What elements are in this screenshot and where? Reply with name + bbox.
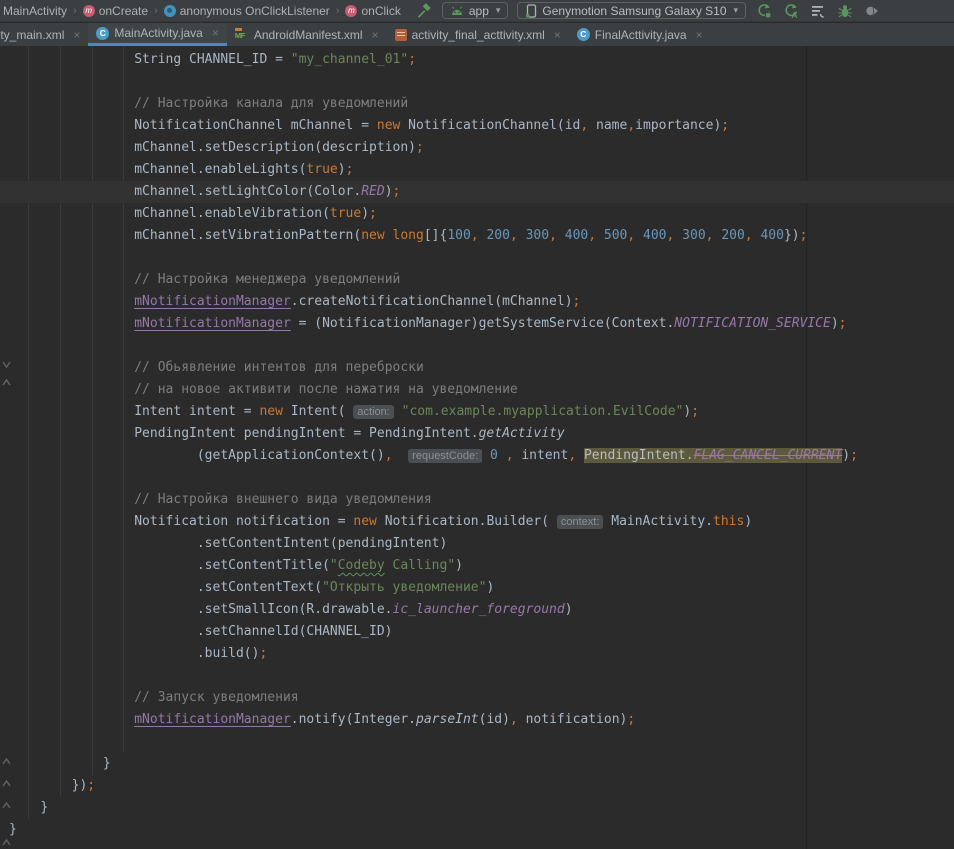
manifest-file-icon: MF bbox=[235, 28, 249, 41]
code-line[interactable]: } bbox=[0, 819, 954, 841]
anonymous-class-icon bbox=[164, 5, 176, 17]
android-icon bbox=[450, 6, 464, 16]
tab-label: FinalActtivity.java bbox=[595, 28, 687, 42]
method-icon: m bbox=[83, 5, 95, 17]
code-line[interactable]: (getApplicationContext(), requestCode: 0… bbox=[0, 445, 954, 467]
code-line[interactable] bbox=[0, 665, 954, 687]
breadcrumb-label: MainActivity bbox=[3, 4, 67, 18]
code-line[interactable]: mChannel.enableVibration(true); bbox=[0, 203, 954, 225]
chevron-down-icon: ▾ bbox=[496, 5, 501, 16]
tab-label: MainActivity.java bbox=[114, 26, 202, 40]
code-line[interactable]: mChannel.setLightColor(Color.RED); bbox=[0, 181, 954, 203]
svg-text:A: A bbox=[792, 11, 798, 19]
navigation-bar: MainActivity › m onCreate › anonymous On… bbox=[0, 0, 954, 22]
tab-label: activity_main.xml bbox=[0, 28, 64, 42]
code-line[interactable]: mChannel.setDescription(description); bbox=[0, 137, 954, 159]
code-line[interactable]: NotificationChannel mChannel = new Notif… bbox=[0, 115, 954, 137]
tab-androidmanifest-xml[interactable]: MF AndroidManifest.xml × bbox=[227, 23, 387, 46]
code-line[interactable]: .setSmallIcon(R.drawable.ic_launcher_for… bbox=[0, 599, 954, 621]
tab-label: activity_final_acttivity.xml bbox=[412, 28, 545, 42]
code-line[interactable]: mChannel.setVibrationPattern(new long[]{… bbox=[0, 225, 954, 247]
xml-file-icon bbox=[395, 29, 407, 41]
code-line[interactable] bbox=[0, 731, 954, 753]
code-text-area[interactable]: String CHANNEL_ID = "my_channel_01"; // … bbox=[0, 49, 954, 841]
attach-debugger-icon[interactable] bbox=[864, 3, 880, 19]
code-line[interactable] bbox=[0, 247, 954, 269]
close-icon[interactable]: × bbox=[372, 28, 379, 42]
code-line[interactable]: // Настройка менеджера уведомлений bbox=[0, 269, 954, 291]
tab-activity-main-xml[interactable]: activity_main.xml × bbox=[0, 23, 88, 46]
build-hammer-icon[interactable] bbox=[415, 2, 433, 20]
apply-changes-icon[interactable] bbox=[756, 3, 772, 19]
device-selector[interactable]: Genymotion Samsung Galaxy S10 ▾ bbox=[517, 2, 746, 19]
close-icon[interactable]: × bbox=[73, 28, 80, 42]
breadcrumb-separator: › bbox=[336, 5, 340, 17]
tab-activity-final-acttivity-xml[interactable]: activity_final_acttivity.xml × bbox=[387, 23, 569, 46]
breadcrumb-label: onClick bbox=[361, 4, 400, 18]
code-line[interactable]: // Настройка канала для уведомлений bbox=[0, 93, 954, 115]
close-icon[interactable]: × bbox=[212, 26, 219, 40]
breadcrumb-label: anonymous OnClickListener bbox=[180, 4, 330, 18]
breadcrumb-anonymous-class[interactable]: anonymous OnClickListener bbox=[164, 4, 330, 18]
code-line[interactable]: .setContentTitle("Codeby Calling") bbox=[0, 555, 954, 577]
breadcrumb-oncreate[interactable]: m onCreate bbox=[83, 4, 148, 18]
breadcrumb: MainActivity › m onCreate › anonymous On… bbox=[3, 4, 401, 18]
tab-mainactivity-java[interactable]: C MainActivity.java × bbox=[88, 23, 227, 46]
breadcrumb-onclick[interactable]: m onClick bbox=[345, 4, 400, 18]
code-line[interactable]: // Настройка внешнего вида уведомления bbox=[0, 489, 954, 511]
code-line[interactable]: } bbox=[0, 753, 954, 775]
profiler-icon[interactable] bbox=[810, 3, 826, 19]
apply-code-changes-icon[interactable]: A bbox=[783, 3, 799, 19]
code-line[interactable]: }); bbox=[0, 775, 954, 797]
code-line[interactable]: Intent intent = new Intent( action: "com… bbox=[0, 401, 954, 423]
code-line[interactable]: // на новое активити после нажатия на ув… bbox=[0, 379, 954, 401]
java-class-icon: C bbox=[96, 27, 109, 40]
code-line[interactable]: .setContentText("Открыть уведомление") bbox=[0, 577, 954, 599]
code-line[interactable]: // Запуск уведомления bbox=[0, 687, 954, 709]
debug-icon[interactable] bbox=[837, 3, 853, 19]
close-icon[interactable]: × bbox=[696, 28, 703, 42]
code-line[interactable]: Notification notification = new Notifica… bbox=[0, 511, 954, 533]
code-line[interactable]: String CHANNEL_ID = "my_channel_01"; bbox=[0, 49, 954, 71]
java-class-icon: C bbox=[577, 28, 590, 41]
code-editor[interactable]: String CHANNEL_ID = "my_channel_01"; // … bbox=[0, 46, 954, 849]
code-line[interactable]: mNotificationManager = (NotificationMana… bbox=[0, 313, 954, 335]
run-config-label: app bbox=[469, 4, 489, 18]
breadcrumb-class[interactable]: MainActivity bbox=[3, 4, 67, 18]
code-line[interactable]: .build(); bbox=[0, 643, 954, 665]
device-label: Genymotion Samsung Galaxy S10 bbox=[542, 4, 726, 18]
run-config-selector[interactable]: app ▾ bbox=[442, 2, 509, 19]
code-line[interactable] bbox=[0, 335, 954, 357]
close-icon[interactable]: × bbox=[554, 28, 561, 42]
breadcrumb-separator: › bbox=[73, 5, 77, 17]
code-line[interactable] bbox=[0, 467, 954, 489]
code-line[interactable]: mNotificationManager.createNotificationC… bbox=[0, 291, 954, 313]
tab-finalacttivity-java[interactable]: C FinalActtivity.java × bbox=[569, 23, 711, 46]
method-icon: m bbox=[345, 5, 357, 17]
breadcrumb-label: onCreate bbox=[99, 4, 148, 18]
manifest-icon-letters: MF bbox=[235, 31, 245, 40]
code-line[interactable]: } bbox=[0, 797, 954, 819]
tab-label: AndroidManifest.xml bbox=[254, 28, 363, 42]
breadcrumb-separator: › bbox=[154, 5, 158, 17]
code-line[interactable]: .setChannelId(CHANNEL_ID) bbox=[0, 621, 954, 643]
code-line[interactable]: PendingIntent pendingIntent = PendingInt… bbox=[0, 423, 954, 445]
code-line[interactable]: // Обьявление интентов для переброски bbox=[0, 357, 954, 379]
run-actions: A bbox=[756, 3, 880, 19]
code-line[interactable]: mChannel.enableLights(true); bbox=[0, 159, 954, 181]
code-line[interactable]: .setContentIntent(pendingIntent) bbox=[0, 533, 954, 555]
chevron-down-icon: ▾ bbox=[734, 5, 739, 16]
editor-tabs: activity_main.xml × C MainActivity.java … bbox=[0, 23, 954, 46]
code-line[interactable]: mNotificationManager.notify(Integer.pars… bbox=[0, 709, 954, 731]
android-studio-window: MainActivity › m onCreate › anonymous On… bbox=[0, 0, 954, 849]
code-line[interactable] bbox=[0, 71, 954, 93]
device-icon bbox=[525, 4, 537, 18]
